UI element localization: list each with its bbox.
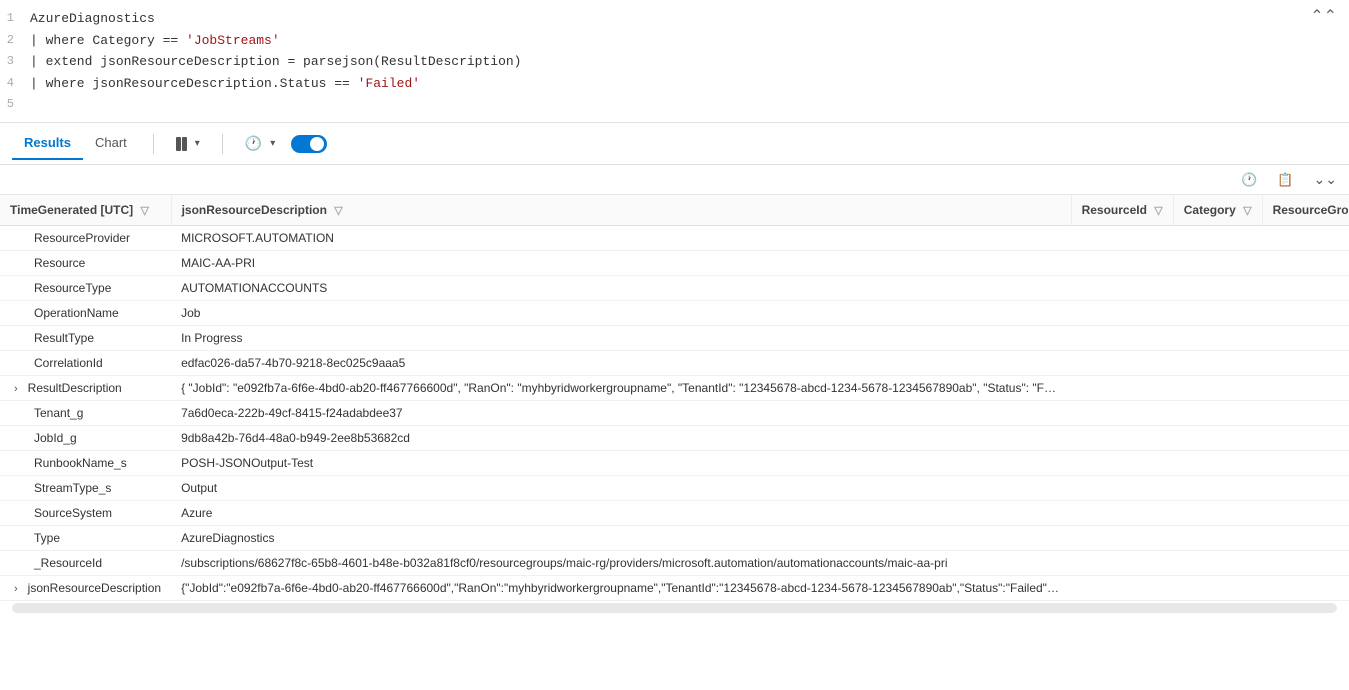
filter-icon[interactable]: ▽ (140, 205, 148, 217)
row-key: ResultType (28, 331, 94, 345)
table-icon: 📋 (1277, 172, 1293, 188)
row-key: RunbookName_s (28, 456, 127, 470)
table-row: StreamType_s Output (0, 476, 1349, 501)
row-key: ResourceType (28, 281, 111, 295)
table-row: ›jsonResourceDescription {"JobId":"e092fb… (0, 576, 1349, 601)
row-value: /subscriptions/68627f8c-65b8-4601-b48e-b… (171, 551, 1071, 576)
toolbar-divider (153, 134, 154, 154)
toolbar-divider2 (222, 134, 223, 154)
expand-row-button[interactable]: › (10, 583, 22, 595)
clock-icon: 🕐 (245, 135, 262, 152)
table-row: ›ResultDescription { "JobId": "e092fb7a-6… (0, 376, 1349, 401)
row-key: StreamType_s (28, 481, 111, 495)
table-row: ResourceType AUTOMATIONACCOUNTS (0, 276, 1349, 301)
results-table-container[interactable]: TimeGenerated [UTC] ▽jsonResourceDescrip… (0, 195, 1349, 690)
line-number: 3 (0, 52, 30, 70)
row-value: edfac026-da57-4b70-9218-8ec025c9aaa5 (171, 351, 1071, 376)
col-header-jsonresource: jsonResourceDescription ▽ (171, 195, 1071, 226)
row-value: Output (171, 476, 1071, 501)
toolbar: ResultsChart ▾ 🕐 ▾ (0, 123, 1349, 165)
table-row: RunbookName_s POSH-JSONOutput-Test (0, 451, 1349, 476)
table-row: Type AzureDiagnostics (0, 526, 1349, 551)
table-row: SourceSystem Azure (0, 501, 1349, 526)
row-key: _ResourceId (28, 556, 102, 570)
toggle-knob (310, 137, 324, 151)
row-value: {"JobId":"e092fb7a-6f6e-4bd0-ab20-ff4677… (171, 576, 1071, 601)
filter-icon[interactable]: ▽ (1243, 205, 1251, 217)
row-value: 7a6d0eca-222b-49cf-8415-f24adabdee37 (171, 401, 1071, 426)
table-row: ResourceProvider MICROSOFT.AUTOMATION (0, 226, 1349, 251)
filter-icon[interactable]: ▽ (334, 205, 342, 217)
code-line: 1AzureDiagnostics (0, 8, 1349, 30)
chevron-down-icon2: ▾ (270, 138, 275, 149)
row-value: AUTOMATIONACCOUNTS (171, 276, 1071, 301)
table-row: Resource MAIC-AA-PRI (0, 251, 1349, 276)
columns-button[interactable]: ▾ (168, 133, 208, 155)
records-item: 📋 (1277, 172, 1297, 188)
row-key: ResourceProvider (28, 231, 130, 245)
table-row: OperationName Job (0, 301, 1349, 326)
clock-icon2: 🕐 (1241, 172, 1257, 188)
status-right: 🕐 📋 ⌄⌄ (1241, 171, 1337, 188)
line-number: 5 (0, 95, 30, 113)
col-header-resourceid: ResourceId ▽ (1071, 195, 1173, 226)
row-key: JobId_g (28, 431, 77, 445)
row-value: AzureDiagnostics (171, 526, 1071, 551)
tab-results[interactable]: Results (12, 127, 83, 160)
tab-chart[interactable]: Chart (83, 127, 139, 160)
col-header-category: Category ▽ (1173, 195, 1262, 226)
code-line: 5 (0, 94, 1349, 114)
row-value: 9db8a42b-76d4-48a0-b949-2ee8b53682cd (171, 426, 1071, 451)
status-bar: 🕐 📋 ⌄⌄ (0, 165, 1349, 195)
expand-row-button[interactable]: › (10, 383, 22, 395)
code-editor[interactable]: 1AzureDiagnostics2| where Category == 'J… (0, 0, 1349, 123)
horizontal-scrollbar[interactable] (12, 603, 1337, 613)
row-key: jsonResourceDescription (22, 581, 161, 595)
col-header-resourcegroup: ResourceGroup ▽ (1262, 195, 1349, 226)
row-value: MAIC-AA-PRI (171, 251, 1071, 276)
row-key: CorrelationId (28, 356, 103, 370)
row-key: Resource (28, 256, 85, 270)
line-number: 1 (0, 9, 30, 27)
row-value: Job (171, 301, 1071, 326)
row-key: OperationName (28, 306, 119, 320)
results-table: TimeGenerated [UTC] ▽jsonResourceDescrip… (0, 195, 1349, 601)
row-key: Type (28, 531, 60, 545)
display-time-button[interactable]: 🕐 ▾ (237, 131, 283, 156)
columns-icon (176, 137, 187, 151)
row-value: In Progress (171, 326, 1071, 351)
table-row: CorrelationId edfac026-da57-4b70-9218-8ec… (0, 351, 1349, 376)
row-value: Azure (171, 501, 1071, 526)
duration-item: 🕐 (1241, 172, 1261, 188)
code-line: 3| extend jsonResourceDescription = pars… (0, 51, 1349, 73)
code-line: 2| where Category == 'JobStreams' (0, 30, 1349, 52)
row-value: { "JobId": "e092fb7a-6f6e-4bd0-ab20-ff46… (171, 376, 1071, 401)
row-key: SourceSystem (28, 506, 112, 520)
row-key: ResultDescription (22, 381, 122, 395)
table-row: JobId_g 9db8a42b-76d4-48a0-b949-2ee8b5368… (0, 426, 1349, 451)
row-value: MICROSOFT.AUTOMATION (171, 226, 1071, 251)
expand-results-button[interactable]: ⌄⌄ (1314, 171, 1337, 188)
line-number: 4 (0, 74, 30, 92)
filter-icon[interactable]: ▽ (1154, 205, 1162, 217)
col-header-timegenerated: TimeGenerated [UTC] ▽ (0, 195, 171, 226)
collapse-editor-button[interactable]: ⌃⌃ (1310, 6, 1337, 26)
table-row: _ResourceId/subscriptions/68627f8c-65b8-… (0, 551, 1349, 576)
code-line: 4| where jsonResourceDescription.Status … (0, 73, 1349, 95)
chevron-down-icon: ▾ (195, 138, 200, 149)
row-key: Tenant_g (28, 406, 83, 420)
row-value: POSH-JSONOutput-Test (171, 451, 1071, 476)
table-row: Tenant_g 7a6d0eca-222b-49cf-8415-f24adabd… (0, 401, 1349, 426)
table-row: ResultType In Progress (0, 326, 1349, 351)
group-columns-toggle[interactable] (291, 135, 327, 153)
line-number: 2 (0, 31, 30, 49)
